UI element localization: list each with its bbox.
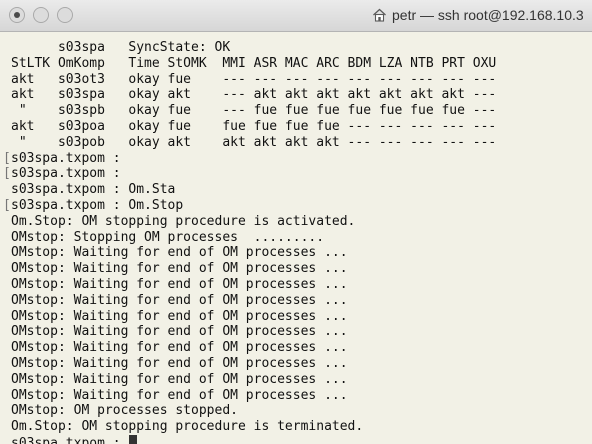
terminal-lines: s03spa SyncState: OK StLTK OmKomp Time S… <box>3 40 497 444</box>
zoom-window-button[interactable] <box>57 7 73 23</box>
terminal-line: s03spa.txpom : Om.Sta <box>11 182 176 198</box>
terminal-line: OMstop: Waiting for end of OM processes … <box>11 324 348 340</box>
home-icon <box>373 8 386 22</box>
terminal-line: akt s03spa okay akt --- akt akt akt akt … <box>11 87 497 103</box>
terminal-line: OMstop: Waiting for end of OM processes … <box>11 355 348 371</box>
minimize-window-button[interactable] <box>33 7 49 23</box>
terminal-line-text: s03spa.txpom : <box>11 150 121 166</box>
terminal-line: Om.Stop: OM stopping procedure is activa… <box>11 213 356 229</box>
terminal-line: OMstop: Waiting for end of OM processes … <box>11 245 348 261</box>
line-mark: [ <box>3 166 11 182</box>
line-mark: [ <box>3 197 11 213</box>
terminal-line: OMstop: Waiting for end of OM processes … <box>11 308 348 324</box>
prompt-text: s03spa.txpom : <box>11 435 129 444</box>
terminal-line-marked: [s03spa.txpom : <box>3 166 496 182</box>
terminal-line: OMstop: OM processes stopped. <box>11 403 238 419</box>
terminal-line: akt s03ot3 okay fue --- --- --- --- --- … <box>11 71 497 87</box>
terminal-line: OMstop: Stopping OM processes ......... <box>11 229 325 245</box>
terminal-line-marked: [s03spa.txpom : <box>3 150 496 167</box>
terminal-line: s03spa SyncState: OK <box>11 40 231 55</box>
terminal-line-marked: [s03spa.txpom : Om.Stop <box>3 197 496 214</box>
text-cursor <box>129 434 138 444</box>
terminal-line: OMstop: Waiting for end of OM processes … <box>11 276 348 292</box>
terminal-line: OMstop: Waiting for end of OM processes … <box>11 340 348 356</box>
terminal-line: " s03spb okay fue --- fue fue fue fue fu… <box>11 103 497 119</box>
terminal-line: Om.Stop: OM stopping procedure is termin… <box>11 419 364 435</box>
terminal-line: OMstop: Waiting for end of OM processes … <box>11 292 348 308</box>
prompt-line[interactable]: s03spa.txpom : <box>11 434 496 444</box>
line-mark: [ <box>3 150 11 166</box>
terminal-line: " s03pob okay akt akt akt akt akt --- --… <box>11 134 497 150</box>
terminal-line: OMstop: Waiting for end of OM processes … <box>11 371 348 387</box>
title-bar: petr — ssh root@192.168.10.3 <box>0 0 592 32</box>
close-window-button[interactable] <box>9 7 25 23</box>
terminal-line: StLTK OmKomp Time StOMK MMI ASR MAC ARC … <box>11 55 497 71</box>
terminal-line: OMstop: Waiting for end of OM processes … <box>11 261 348 277</box>
window-title-text: petr — ssh root@192.168.10.3 <box>392 7 584 23</box>
terminal-line-text: s03spa.txpom : <box>11 166 121 182</box>
terminal-line: akt s03poa okay fue fue fue fue fue --- … <box>11 118 497 134</box>
terminal-output[interactable]: s03spa SyncState: OK StLTK OmKomp Time S… <box>0 32 592 444</box>
window-title: petr — ssh root@192.168.10.3 <box>372 7 584 23</box>
terminal-line-text: s03spa.txpom : Om.Stop <box>11 197 184 213</box>
terminal-line: OMstop: Waiting for end of OM processes … <box>11 387 348 403</box>
terminal-window: petr — ssh root@192.168.10.3 s03spa Sync… <box>0 0 592 444</box>
